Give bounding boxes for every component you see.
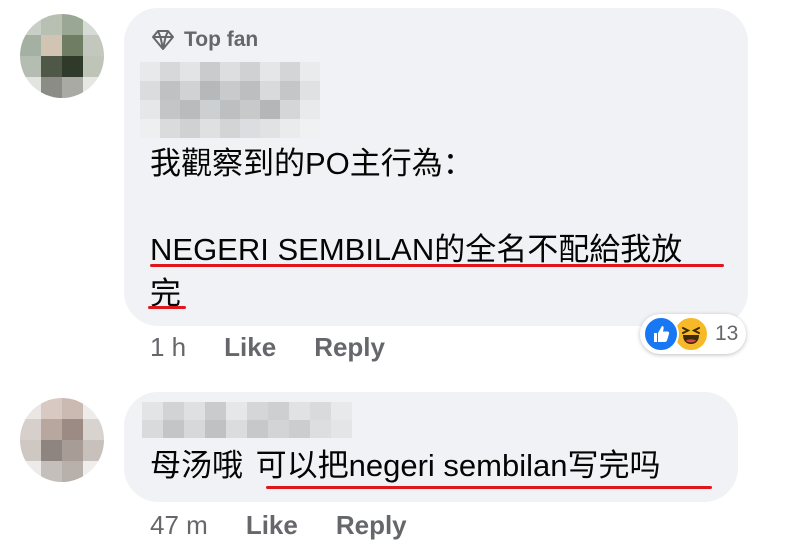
- commenter-avatar[interactable]: [20, 398, 104, 482]
- reply-button[interactable]: Reply: [336, 510, 407, 541]
- reactions-summary[interactable]: 13: [640, 314, 747, 354]
- top-fan-badge: Top fan: [150, 28, 258, 52]
- commenter-avatar[interactable]: [20, 14, 104, 98]
- badge-label: Top fan: [184, 28, 259, 51]
- comment-actions: 1 h Like Reply: [150, 332, 385, 363]
- comment-text-line: 我觀察到的PO主行為：: [150, 146, 474, 181]
- red-underline: [150, 264, 724, 267]
- comment-text-prefix: 母汤哦: [150, 448, 243, 483]
- comment-actions: 47 m Like Reply: [150, 510, 407, 541]
- commenter-name-blurred[interactable]: [140, 62, 320, 138]
- reaction-count: 13: [715, 322, 739, 345]
- comment-timestamp[interactable]: 47 m: [150, 510, 208, 541]
- diamond-icon: [152, 30, 174, 50]
- like-button[interactable]: Like: [224, 332, 276, 363]
- like-button[interactable]: Like: [246, 510, 298, 541]
- reply-button[interactable]: Reply: [314, 332, 385, 363]
- comment-text-line: 母汤哦 可以把negeri sembilan写完吗: [150, 444, 660, 488]
- comment-timestamp[interactable]: 1 h: [150, 332, 186, 363]
- like-icon: [643, 316, 679, 352]
- comment-text-highlight: 可以把negeri sembilan写完吗: [255, 448, 661, 483]
- red-underline: [266, 486, 712, 489]
- commenter-name-blurred[interactable]: [142, 402, 352, 438]
- comment-text-line: 完: [150, 276, 181, 311]
- red-underline: [148, 306, 186, 309]
